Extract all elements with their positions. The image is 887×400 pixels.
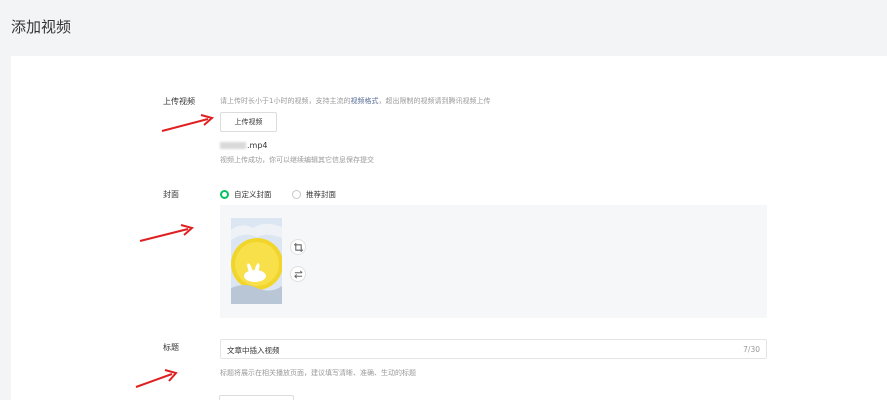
- radio-custom-cover-label: 自定义封面: [234, 190, 272, 199]
- file-extension: .mp4: [247, 141, 268, 150]
- blurred-filename: [220, 142, 246, 149]
- uploaded-file-name: .mp4: [220, 141, 268, 150]
- radio-dot[interactable]: [292, 190, 301, 199]
- page-title: 添加视频: [11, 18, 72, 36]
- swap-icon: [293, 270, 302, 278]
- radio-recommended-cover-label: 推荐封面: [306, 190, 336, 199]
- next-field-edge: [219, 395, 294, 400]
- cover-image: [231, 218, 282, 304]
- cover-label: 封面: [163, 190, 179, 199]
- radio-recommended-cover[interactable]: 推荐封面: [292, 189, 336, 200]
- radio-dot-selected[interactable]: [220, 190, 229, 199]
- annotation-arrow-title: [135, 369, 178, 388]
- title-label: 标题: [163, 343, 179, 352]
- crop-icon: [293, 242, 303, 252]
- video-format-link[interactable]: 视频格式: [350, 97, 378, 105]
- swap-button[interactable]: [290, 266, 306, 282]
- annotation-arrow-cover: [139, 224, 195, 242]
- radio-custom-cover[interactable]: 自定义封面: [220, 189, 272, 200]
- upload-hint-text: 请上传时长小于1小时的视频，支持主流的: [220, 97, 351, 105]
- title-input[interactable]: 文章中插入视频 7/30: [220, 339, 767, 359]
- title-char-count: 7/30: [743, 345, 760, 354]
- cover-preview-area: [220, 205, 767, 318]
- upload-video-button[interactable]: 上传视频: [220, 112, 277, 132]
- upload-hint: 请上传时长小于1小时的视频，支持主流的视频格式，超出限制的视频请到腾讯视频上传: [220, 96, 490, 106]
- upload-label: 上传视频: [163, 97, 195, 106]
- title-hint: 标题将展示在相关播放页面，建议填写清晰、准确、生动的标题: [220, 369, 416, 377]
- crop-button[interactable]: [290, 239, 306, 255]
- upload-success-msg: 视频上传成功，你可以继续编辑其它信息保存提交: [220, 156, 374, 164]
- title-input-value[interactable]: 文章中插入视频: [227, 345, 280, 356]
- annotation-arrow-upload: [161, 114, 215, 132]
- upload-hint-suffix: ，超出限制的视频请到腾讯视频上传: [378, 97, 491, 105]
